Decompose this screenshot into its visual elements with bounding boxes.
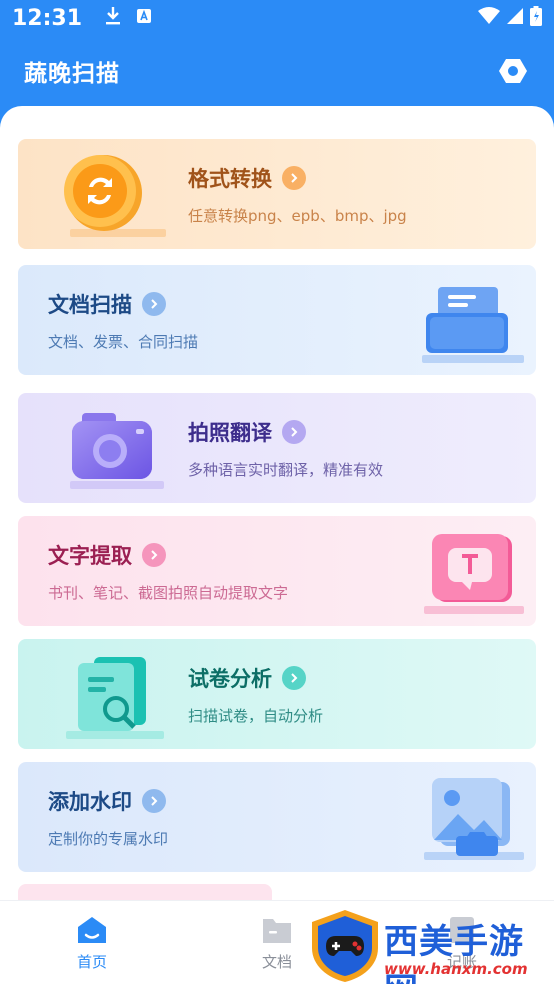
card-format-convert[interactable]: 格式转换 任意转换png、epb、bmp、jpg (18, 139, 536, 249)
document-magnifier-icon (42, 647, 172, 743)
card-subtitle: 书刊、笔记、截图拍照自动提取文字 (48, 584, 289, 602)
card-subtitle: 多种语言实时翻译，精准有效 (188, 461, 384, 479)
signal-icon (506, 7, 524, 29)
status-bar: 12:31 (0, 0, 554, 36)
card-title: 添加水印 (48, 790, 132, 814)
chevron-right-icon (142, 543, 166, 567)
watermark-url: www.hanxm.com (384, 960, 528, 978)
card-paper-analysis[interactable]: 试卷分析 扫描试卷，自动分析 (18, 639, 536, 749)
chevron-right-icon (142, 292, 166, 316)
gamepad-shield-logo (312, 910, 378, 982)
scanner-icon (396, 273, 528, 369)
battery-icon (530, 6, 542, 30)
app-header: 蔬晚扫描 (0, 36, 554, 106)
tab-label: 首页 (76, 953, 107, 971)
text-bubble-icon (396, 524, 528, 620)
settings-hex-icon (499, 59, 527, 83)
card-title: 文字提取 (48, 544, 132, 568)
card-title: 拍照翻译 (188, 421, 272, 445)
chevron-right-icon (282, 420, 306, 444)
card-document-scan[interactable]: 文档扫描 文档、发票、合同扫描 (18, 265, 536, 375)
card-photo-translate[interactable]: 拍照翻译 多种语言实时翻译，精准有效 (18, 393, 536, 503)
card-title: 文档扫描 (48, 293, 132, 317)
card-add-watermark[interactable]: 添加水印 定制你的专属水印 (18, 762, 536, 872)
card-subtitle: 定制你的专属水印 (48, 830, 169, 848)
card-subtitle: 扫描试卷，自动分析 (188, 707, 324, 725)
chevron-right-icon (282, 666, 306, 690)
tab-home[interactable]: 首页 (52, 915, 132, 972)
card-subtitle: 文档、发票、合同扫描 (48, 333, 199, 351)
main-content: 格式转换 任意转换png、epb、bmp、jpg 文档扫描 文档、发票、合同扫描 (0, 106, 554, 900)
convert-coin-icon (42, 147, 172, 243)
chevron-right-icon (142, 789, 166, 813)
tab-label: 文档 (261, 953, 292, 971)
home-icon (78, 917, 106, 943)
site-watermark: 西美手游网 www.hanxm.com (304, 906, 554, 984)
keyboard-a-icon (136, 8, 152, 28)
chevron-right-icon (282, 166, 306, 190)
card-partial[interactable] (18, 884, 272, 900)
folder-icon (263, 919, 291, 943)
card-subtitle: 任意转换png、epb、bmp、jpg (188, 207, 407, 225)
camera-icon (42, 401, 172, 497)
settings-button[interactable] (496, 54, 530, 88)
image-stamp-icon (396, 770, 528, 866)
wifi-icon (478, 7, 500, 29)
card-title: 格式转换 (188, 167, 272, 191)
status-time: 12:31 (12, 5, 83, 31)
download-icon (104, 6, 122, 30)
card-title: 试卷分析 (188, 667, 272, 691)
card-text-extract[interactable]: 文字提取 书刊、笔记、截图拍照自动提取文字 (18, 516, 536, 626)
app-title: 蔬晚扫描 (24, 61, 120, 87)
